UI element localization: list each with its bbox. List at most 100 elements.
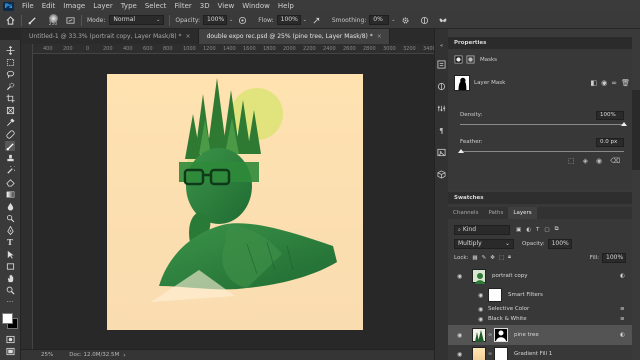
flow-input[interactable]: 100% — [276, 15, 301, 25]
lock-artboard-icon[interactable]: ⬚ — [499, 255, 504, 261]
collapse-arrows-icon[interactable]: « — [437, 41, 446, 50]
chevron-down-icon[interactable]: ⌄ — [229, 17, 233, 23]
layer-row-portrait-copy[interactable]: ◉ portrait copy ◐ — [448, 266, 632, 286]
rectangle-tool-icon[interactable] — [5, 261, 15, 271]
lasso-tool-icon[interactable] — [5, 69, 15, 79]
close-icon[interactable]: × — [186, 33, 191, 40]
properties-scrollbar[interactable] — [632, 90, 640, 170]
feather-input[interactable]: 0.0 px — [596, 138, 624, 147]
healing-brush-tool-icon[interactable] — [5, 129, 15, 139]
properties-panel-header[interactable]: Properties — [448, 37, 632, 49]
hand-tool-icon[interactable] — [5, 273, 15, 283]
menu-view[interactable]: View — [218, 2, 235, 10]
more-tools-icon[interactable]: ··· — [5, 297, 15, 307]
filter-options-icon[interactable]: ≡ — [620, 306, 625, 312]
load-selection-icon[interactable]: ⬚ — [568, 157, 575, 165]
mode-select[interactable]: Normal ⌄ — [109, 15, 165, 25]
vector-mask-icon[interactable] — [466, 55, 475, 64]
blur-tool-icon[interactable] — [5, 201, 15, 211]
lock-image-icon[interactable]: ✎ — [482, 255, 487, 261]
brush-settings-icon[interactable] — [65, 15, 76, 26]
screen-mode-icon[interactable] — [5, 346, 15, 356]
tab-double-expo[interactable]: double expo rec.psd @ 25% (pine tree, La… — [198, 29, 390, 44]
visibility-eye-icon[interactable]: ◉ — [457, 351, 462, 358]
filter-smart-object-icon[interactable]: ⧉ — [555, 226, 559, 233]
quick-mask-icon[interactable] — [5, 334, 15, 344]
tab-layers[interactable]: Layers — [508, 207, 537, 219]
crop-tool-icon[interactable] — [5, 93, 15, 103]
visibility-eye-icon[interactable]: ◉ — [478, 292, 483, 299]
layer-opacity-input[interactable]: 100% — [547, 238, 572, 249]
link-mask-icon[interactable]: ∞ — [611, 79, 617, 87]
layer-row-smart-filters[interactable]: ◉ Smart Filters — [448, 286, 632, 304]
lock-transparent-icon[interactable]: ▦ — [472, 255, 477, 261]
menu-edit[interactable]: Edit — [42, 2, 56, 10]
fill-input[interactable]: 100% — [602, 252, 626, 263]
menu-help[interactable]: Help — [278, 2, 294, 10]
history-brush-tool-icon[interactable] — [5, 165, 15, 175]
menu-window[interactable]: Window — [242, 2, 270, 10]
vertical-ruler[interactable] — [21, 44, 33, 349]
menu-3d[interactable]: 3D — [200, 2, 210, 10]
visibility-icon[interactable]: ◉ — [596, 157, 602, 165]
type-tool-icon[interactable]: T — [5, 237, 15, 247]
layer-mask-thumbnail[interactable] — [454, 75, 470, 91]
home-icon[interactable] — [5, 15, 16, 26]
remove-mask-icon[interactable]: 🗑︎ — [621, 79, 630, 87]
doc-size[interactable]: Doc: 12.0M/32.5M — [69, 352, 119, 358]
quick-selection-tool-icon[interactable] — [5, 81, 15, 91]
density-slider[interactable] — [460, 124, 624, 125]
visibility-eye-icon[interactable]: ◉ — [478, 306, 483, 313]
libraries-panel-icon[interactable] — [437, 148, 446, 157]
3d-panel-icon[interactable] — [437, 170, 446, 179]
filter-shape-icon[interactable]: ▢ — [544, 227, 549, 233]
symmetry-butterfly-icon[interactable] — [438, 15, 449, 26]
visibility-eye-icon[interactable]: ◉ — [457, 273, 462, 280]
kind-filter-select[interactable]: ⌕ Kind — [454, 224, 510, 235]
frame-tool-icon[interactable] — [5, 105, 15, 115]
horizontal-ruler[interactable]: 400 200 0 200 400 600 800 1000 1200 1400… — [33, 44, 448, 54]
pressure-size-icon[interactable] — [419, 15, 430, 26]
color-panel-icon[interactable] — [437, 82, 446, 91]
swatches-panel-header[interactable]: Swatches — [448, 192, 632, 204]
layer-options-icon[interactable]: ◐ — [620, 332, 625, 338]
menu-image[interactable]: Image — [63, 2, 85, 10]
zoom-level[interactable]: 25% — [41, 352, 53, 358]
filter-options-icon[interactable]: ≡ — [620, 316, 625, 322]
adjustments-panel-icon[interactable] — [437, 104, 446, 113]
pressure-opacity-icon[interactable] — [237, 15, 248, 26]
chevron-down-icon[interactable]: ⌄ — [391, 17, 395, 23]
marquee-tool-icon[interactable] — [5, 57, 15, 67]
history-panel-icon[interactable] — [437, 60, 446, 69]
brush-preset-picker[interactable]: 250 — [44, 13, 62, 27]
menu-file[interactable]: File — [22, 2, 34, 10]
menu-filter[interactable]: Filter — [174, 2, 191, 10]
zoom-tool-icon[interactable] — [5, 285, 15, 295]
opacity-input[interactable]: 100% — [203, 15, 228, 25]
filter-adjustment-icon[interactable]: ◐ — [526, 227, 531, 233]
smoothing-input[interactable]: 0% — [369, 15, 390, 25]
dodge-tool-icon[interactable] — [5, 213, 15, 223]
apply-mask-footer-icon[interactable]: ◈ — [583, 157, 588, 165]
color-swatches[interactable] — [1, 312, 19, 330]
layer-mask-thumbnail[interactable] — [494, 347, 508, 360]
lock-position-icon[interactable]: ✥ — [490, 255, 495, 261]
tab-channels[interactable]: Channels — [448, 207, 483, 219]
feather-slider[interactable] — [460, 151, 624, 152]
visibility-eye-icon[interactable]: ◉ — [478, 316, 483, 323]
layer-row-gradient-fill[interactable]: ◉ ∞ Gradient Fill 1 — [448, 345, 632, 360]
brush-tool-icon[interactable] — [27, 15, 38, 26]
close-icon[interactable]: × — [377, 33, 382, 40]
pen-tool-icon[interactable] — [5, 225, 15, 235]
brush-tool-icon[interactable] — [5, 141, 15, 151]
pixel-mask-icon[interactable] — [454, 55, 463, 64]
density-slider-handle[interactable] — [621, 122, 627, 126]
path-selection-tool-icon[interactable] — [5, 249, 15, 259]
layer-row-black-white[interactable]: ◉ Black & White ≡ — [448, 314, 632, 324]
disable-mask-icon[interactable]: ◉ — [601, 79, 607, 87]
move-tool-icon[interactable] — [5, 45, 15, 55]
tab-paths[interactable]: Paths — [483, 207, 508, 219]
menu-layer[interactable]: Layer — [93, 2, 113, 10]
trash-icon[interactable]: ⌫ — [610, 157, 620, 165]
chain-link-icon[interactable]: ∞ — [488, 332, 492, 338]
